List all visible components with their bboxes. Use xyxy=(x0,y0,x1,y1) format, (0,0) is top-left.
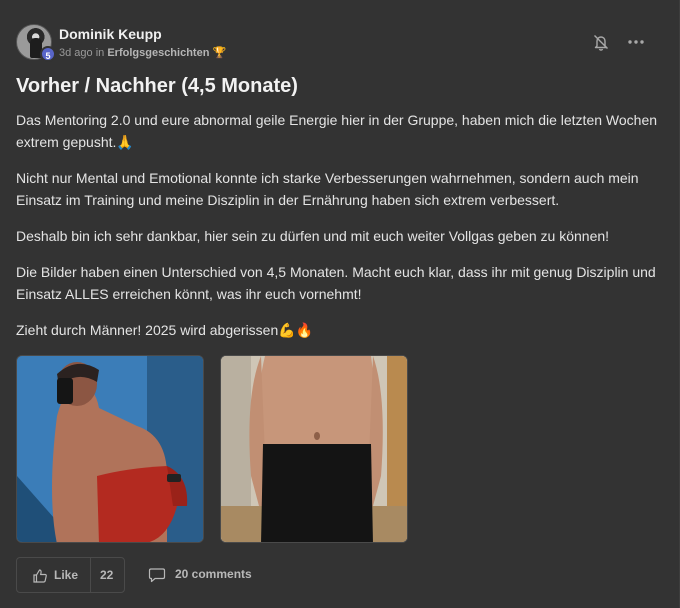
category-emoji: 🏆 xyxy=(212,47,227,59)
comments-label: 20 comments xyxy=(175,567,252,581)
post-header: 5 Dominik Keupp 3d ago in Erfolgsgeschic… xyxy=(16,22,656,62)
bell-off-icon[interactable] xyxy=(591,32,611,52)
like-label: Like xyxy=(54,568,79,582)
thumbs-up-icon xyxy=(32,568,48,584)
before-photo[interactable] xyxy=(220,355,408,543)
author-name[interactable]: Dominik Keupp xyxy=(59,26,162,42)
time-ago: 3d ago xyxy=(59,47,93,59)
post-paragraph: Deshalb bin ich sehr dankbar, hier sein … xyxy=(16,228,610,244)
post-card: 5 Dominik Keupp 3d ago in Erfolgsgeschic… xyxy=(0,0,680,608)
post-paragraph: Das Mentoring 2.0 und eure abnormal geil… xyxy=(16,112,658,150)
post-paragraph: Zieht durch Männer! 2025 wird abgerissen… xyxy=(16,322,314,338)
post-meta: 3d ago in Erfolgsgeschichten 🏆 xyxy=(59,46,226,59)
post-footer: Like 22 20 comments xyxy=(16,557,416,593)
category-link[interactable]: Erfolgsgeschichten xyxy=(107,47,209,59)
more-horizontal-icon[interactable] xyxy=(626,32,646,52)
like-group: Like 22 xyxy=(16,557,125,593)
like-count[interactable]: 22 xyxy=(100,568,113,582)
after-photo[interactable] xyxy=(16,355,204,543)
like-button[interactable]: Like xyxy=(17,558,91,592)
comment-icon xyxy=(148,567,166,583)
in-word: in xyxy=(95,47,105,59)
post-paragraph: Nicht nur Mental und Emotional konnte ic… xyxy=(16,170,639,208)
post-title: Vorher / Nachher (4,5 Monate) xyxy=(16,75,298,97)
post-paragraph: Die Bilder haben einen Unterschied von 4… xyxy=(16,264,656,302)
post-images xyxy=(16,355,408,543)
post-body: Das Mentoring 2.0 und eure abnormal geil… xyxy=(16,109,666,355)
level-badge: 5 xyxy=(40,46,56,62)
